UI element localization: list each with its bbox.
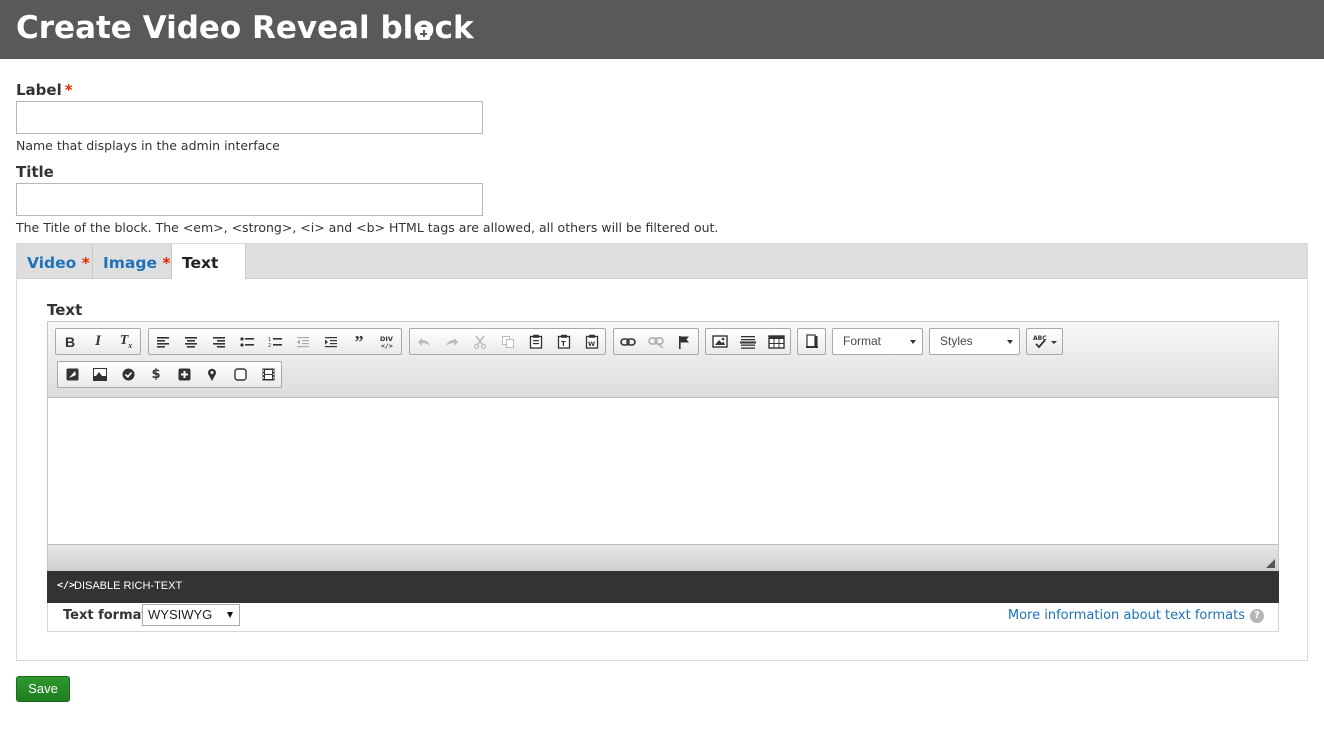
text-format-row: Text format WYSIWYG More information abo… (47, 603, 1279, 632)
page-title: Create Video Reveal block (16, 10, 474, 46)
svg-text:2: 2 (268, 343, 271, 348)
title-input[interactable] (16, 183, 483, 216)
tab-text[interactable]: Text (172, 244, 246, 280)
chevron-down-icon (910, 340, 916, 344)
div-icon[interactable]: DIV </> (373, 329, 401, 354)
code-icon: </> (57, 580, 76, 591)
indent-icon[interactable] (317, 329, 345, 354)
bold-icon[interactable]: B (56, 329, 84, 354)
text-format-value: WYSIWYG (148, 607, 213, 622)
bulleted-list-icon[interactable] (233, 329, 261, 354)
tabs-bar: Video * Image * Text (17, 244, 1307, 280)
disable-rich-text-button[interactable]: </> DISABLE RICH-TEXT (47, 571, 1279, 603)
plus-box-icon[interactable] (170, 362, 198, 387)
disable-rich-text-label: DISABLE RICH-TEXT (74, 580, 183, 592)
blockquote-icon[interactable]: ” (345, 329, 373, 354)
field-group-tabs: Video * Image * Text Text B I Tx 1 2 ” D… (16, 243, 1308, 661)
rich-text-editor: B I Tx 12 ” DIV </> T W Format Styles AB… (47, 321, 1279, 572)
required-marker: * (64, 81, 73, 99)
page-header: Create Video Reveal block (0, 0, 1324, 59)
media-icon[interactable] (86, 362, 114, 387)
toolbar-group-source (797, 328, 826, 355)
required-marker: * (162, 254, 171, 272)
chevron-down-icon (1007, 340, 1013, 344)
toolbar-group-paragraph: 12 ” DIV </> (148, 328, 402, 355)
svg-text:</>: </> (381, 342, 393, 350)
add-shortcut-icon[interactable] (417, 27, 430, 40)
copy-icon[interactable] (494, 329, 522, 354)
toolbar-group-spellcheck: ABC (1026, 328, 1063, 355)
styles-dropdown-label: Styles (940, 334, 973, 348)
tab-text-label: Text (182, 254, 219, 272)
chevron-down-icon (227, 612, 233, 618)
save-button[interactable]: Save (16, 676, 70, 702)
format-dropdown[interactable]: Format (832, 328, 923, 355)
align-center-icon[interactable] (177, 329, 205, 354)
label-field-label-text: Label (16, 81, 62, 99)
spellcheck-icon[interactable]: ABC (1027, 329, 1062, 354)
redo-icon[interactable] (438, 329, 466, 354)
editor-content-area[interactable] (48, 398, 1278, 544)
square-icon[interactable] (226, 362, 254, 387)
toolbar-group-insert (705, 328, 791, 355)
numbered-list-icon[interactable]: 12 (261, 329, 289, 354)
format-dropdown-label: Format (843, 334, 882, 348)
toolbar-group-clipboard: T W (409, 328, 606, 355)
tab-video-label: Video (27, 254, 77, 272)
resize-handle-icon[interactable] (1266, 559, 1275, 568)
outdent-icon[interactable] (289, 329, 317, 354)
map-pin-icon[interactable] (198, 362, 226, 387)
unlink-icon[interactable] (642, 329, 670, 354)
label-input[interactable] (16, 101, 483, 134)
paste-icon[interactable] (522, 329, 550, 354)
table-icon[interactable] (762, 329, 790, 354)
align-left-icon[interactable] (149, 329, 177, 354)
horizontal-rule-icon[interactable] (734, 329, 762, 354)
undo-icon[interactable] (410, 329, 438, 354)
link-icon[interactable] (614, 329, 642, 354)
remove-format-icon[interactable]: Tx (112, 329, 140, 354)
text-formats-help-link[interactable]: More information about text formats (1008, 608, 1245, 623)
required-marker: * (81, 254, 90, 272)
text-format-label: Text format (63, 608, 148, 623)
title-field-label: Title (16, 163, 54, 181)
dollar-icon[interactable]: $ (142, 362, 170, 387)
toolbar-group-custom: $ (57, 361, 282, 388)
toolbar-group-basic: B I Tx (55, 328, 141, 355)
text-format-select[interactable]: WYSIWYG (142, 604, 240, 626)
tab-image-label: Image (103, 254, 157, 272)
toolbar-group-links (613, 328, 699, 355)
embed-image-icon[interactable] (58, 362, 86, 387)
svg-text:W: W (588, 340, 595, 348)
source-icon[interactable] (798, 329, 825, 354)
text-field-label: Text (47, 301, 83, 319)
label-description: Name that displays in the admin interfac… (16, 138, 280, 153)
svg-text:T: T (561, 340, 566, 348)
film-icon[interactable] (254, 362, 282, 387)
paste-word-icon[interactable]: W (578, 329, 606, 354)
editor-toolbar: B I Tx 12 ” DIV </> T W Format Styles AB… (48, 322, 1278, 398)
tab-image[interactable]: Image * (93, 244, 171, 279)
cut-icon[interactable] (466, 329, 494, 354)
title-description: The Title of the block. The <em>, <stron… (16, 220, 719, 235)
help-icon[interactable]: ? (1250, 609, 1264, 623)
check-icon[interactable] (114, 362, 142, 387)
styles-dropdown[interactable]: Styles (929, 328, 1020, 355)
paste-text-icon[interactable]: T (550, 329, 578, 354)
anchor-icon[interactable] (670, 329, 698, 354)
image-icon[interactable] (706, 329, 734, 354)
align-right-icon[interactable] (205, 329, 233, 354)
editor-status-bar (48, 544, 1278, 571)
tab-video[interactable]: Video * (17, 244, 92, 279)
label-field-label: Label * (16, 81, 73, 99)
italic-icon[interactable]: I (84, 329, 112, 354)
